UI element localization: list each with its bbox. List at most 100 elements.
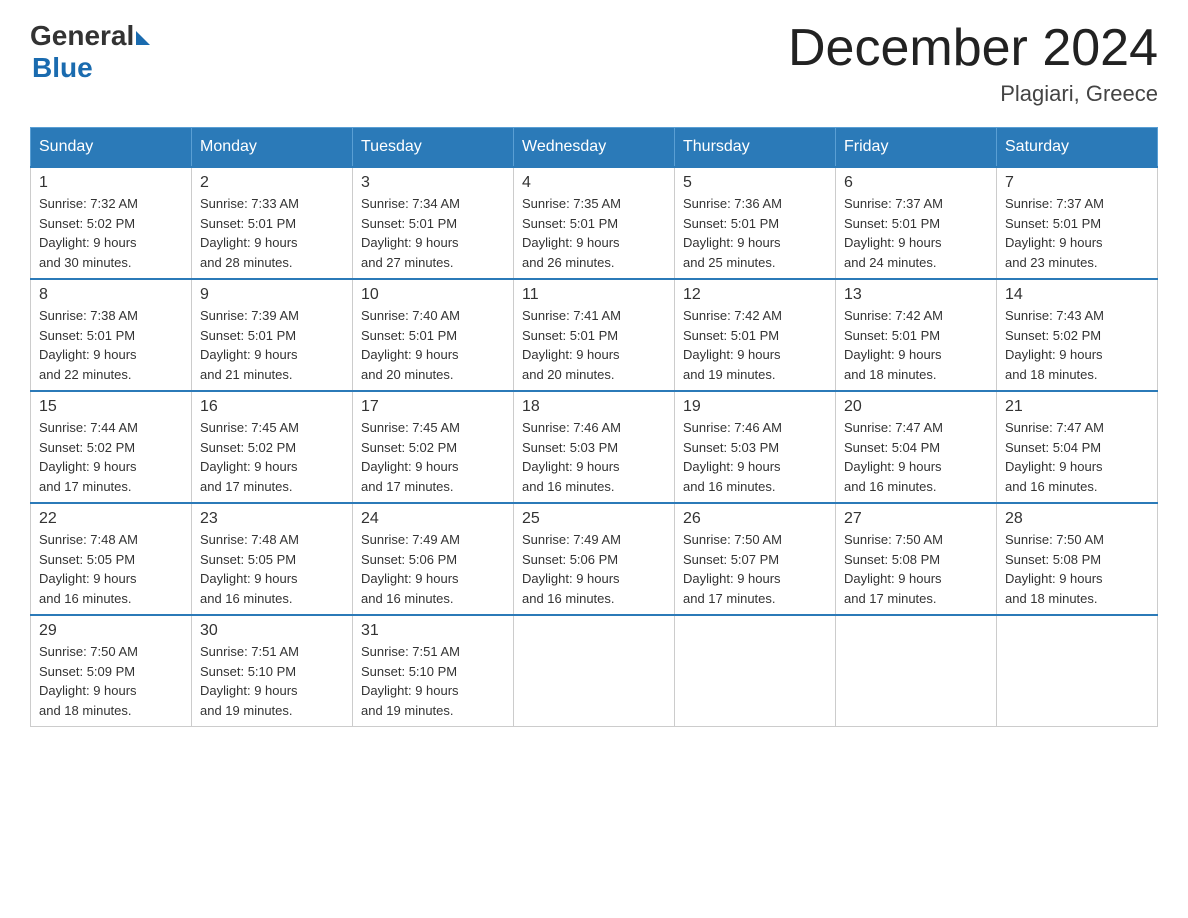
- table-row: 21 Sunrise: 7:47 AM Sunset: 5:04 PM Dayl…: [997, 391, 1158, 503]
- week-row-4: 22 Sunrise: 7:48 AM Sunset: 5:05 PM Dayl…: [31, 503, 1158, 615]
- logo-blue-part: [134, 27, 150, 45]
- table-row: [514, 615, 675, 727]
- day-info: Sunrise: 7:50 AM Sunset: 5:07 PM Dayligh…: [683, 530, 827, 608]
- table-row: 22 Sunrise: 7:48 AM Sunset: 5:05 PM Dayl…: [31, 503, 192, 615]
- day-number: 31: [361, 622, 505, 640]
- day-number: 3: [361, 174, 505, 192]
- table-row: [836, 615, 997, 727]
- location-subtitle: Plagiari, Greece: [788, 81, 1158, 107]
- table-row: 5 Sunrise: 7:36 AM Sunset: 5:01 PM Dayli…: [675, 167, 836, 279]
- day-number: 4: [522, 174, 666, 192]
- day-number: 19: [683, 398, 827, 416]
- table-row: 25 Sunrise: 7:49 AM Sunset: 5:06 PM Dayl…: [514, 503, 675, 615]
- table-row: 18 Sunrise: 7:46 AM Sunset: 5:03 PM Dayl…: [514, 391, 675, 503]
- day-number: 5: [683, 174, 827, 192]
- day-info: Sunrise: 7:45 AM Sunset: 5:02 PM Dayligh…: [200, 418, 344, 496]
- table-row: 2 Sunrise: 7:33 AM Sunset: 5:01 PM Dayli…: [192, 167, 353, 279]
- day-info: Sunrise: 7:37 AM Sunset: 5:01 PM Dayligh…: [1005, 194, 1149, 272]
- day-info: Sunrise: 7:32 AM Sunset: 5:02 PM Dayligh…: [39, 194, 183, 272]
- day-info: Sunrise: 7:37 AM Sunset: 5:01 PM Dayligh…: [844, 194, 988, 272]
- logo-general-text: General: [30, 20, 134, 52]
- day-number: 28: [1005, 510, 1149, 528]
- page-header: General Blue December 2024 Plagiari, Gre…: [30, 20, 1158, 107]
- day-info: Sunrise: 7:47 AM Sunset: 5:04 PM Dayligh…: [1005, 418, 1149, 496]
- day-number: 1: [39, 174, 183, 192]
- col-thursday: Thursday: [675, 128, 836, 168]
- table-row: 16 Sunrise: 7:45 AM Sunset: 5:02 PM Dayl…: [192, 391, 353, 503]
- day-info: Sunrise: 7:44 AM Sunset: 5:02 PM Dayligh…: [39, 418, 183, 496]
- day-number: 11: [522, 286, 666, 304]
- day-info: Sunrise: 7:50 AM Sunset: 5:08 PM Dayligh…: [844, 530, 988, 608]
- day-info: Sunrise: 7:47 AM Sunset: 5:04 PM Dayligh…: [844, 418, 988, 496]
- table-row: 28 Sunrise: 7:50 AM Sunset: 5:08 PM Dayl…: [997, 503, 1158, 615]
- day-info: Sunrise: 7:35 AM Sunset: 5:01 PM Dayligh…: [522, 194, 666, 272]
- table-row: 20 Sunrise: 7:47 AM Sunset: 5:04 PM Dayl…: [836, 391, 997, 503]
- day-number: 30: [200, 622, 344, 640]
- table-row: 6 Sunrise: 7:37 AM Sunset: 5:01 PM Dayli…: [836, 167, 997, 279]
- day-number: 26: [683, 510, 827, 528]
- day-info: Sunrise: 7:34 AM Sunset: 5:01 PM Dayligh…: [361, 194, 505, 272]
- day-info: Sunrise: 7:40 AM Sunset: 5:01 PM Dayligh…: [361, 306, 505, 384]
- day-number: 23: [200, 510, 344, 528]
- table-row: [675, 615, 836, 727]
- day-number: 9: [200, 286, 344, 304]
- table-row: 8 Sunrise: 7:38 AM Sunset: 5:01 PM Dayli…: [31, 279, 192, 391]
- table-row: [997, 615, 1158, 727]
- day-info: Sunrise: 7:50 AM Sunset: 5:08 PM Dayligh…: [1005, 530, 1149, 608]
- day-number: 27: [844, 510, 988, 528]
- table-row: 30 Sunrise: 7:51 AM Sunset: 5:10 PM Dayl…: [192, 615, 353, 727]
- col-monday: Monday: [192, 128, 353, 168]
- logo-arrow-icon: [136, 31, 150, 45]
- day-number: 20: [844, 398, 988, 416]
- day-number: 2: [200, 174, 344, 192]
- table-row: 12 Sunrise: 7:42 AM Sunset: 5:01 PM Dayl…: [675, 279, 836, 391]
- day-info: Sunrise: 7:48 AM Sunset: 5:05 PM Dayligh…: [39, 530, 183, 608]
- day-number: 21: [1005, 398, 1149, 416]
- day-number: 6: [844, 174, 988, 192]
- calendar-table: Sunday Monday Tuesday Wednesday Thursday…: [30, 127, 1158, 727]
- table-row: 14 Sunrise: 7:43 AM Sunset: 5:02 PM Dayl…: [997, 279, 1158, 391]
- col-tuesday: Tuesday: [353, 128, 514, 168]
- table-row: 9 Sunrise: 7:39 AM Sunset: 5:01 PM Dayli…: [192, 279, 353, 391]
- table-row: 19 Sunrise: 7:46 AM Sunset: 5:03 PM Dayl…: [675, 391, 836, 503]
- day-info: Sunrise: 7:36 AM Sunset: 5:01 PM Dayligh…: [683, 194, 827, 272]
- table-row: 26 Sunrise: 7:50 AM Sunset: 5:07 PM Dayl…: [675, 503, 836, 615]
- day-number: 24: [361, 510, 505, 528]
- day-info: Sunrise: 7:45 AM Sunset: 5:02 PM Dayligh…: [361, 418, 505, 496]
- table-row: 23 Sunrise: 7:48 AM Sunset: 5:05 PM Dayl…: [192, 503, 353, 615]
- day-info: Sunrise: 7:41 AM Sunset: 5:01 PM Dayligh…: [522, 306, 666, 384]
- day-number: 14: [1005, 286, 1149, 304]
- table-row: 4 Sunrise: 7:35 AM Sunset: 5:01 PM Dayli…: [514, 167, 675, 279]
- col-saturday: Saturday: [997, 128, 1158, 168]
- week-row-1: 1 Sunrise: 7:32 AM Sunset: 5:02 PM Dayli…: [31, 167, 1158, 279]
- day-number: 29: [39, 622, 183, 640]
- day-info: Sunrise: 7:49 AM Sunset: 5:06 PM Dayligh…: [361, 530, 505, 608]
- table-row: 1 Sunrise: 7:32 AM Sunset: 5:02 PM Dayli…: [31, 167, 192, 279]
- day-number: 22: [39, 510, 183, 528]
- day-number: 18: [522, 398, 666, 416]
- day-number: 7: [1005, 174, 1149, 192]
- table-row: 3 Sunrise: 7:34 AM Sunset: 5:01 PM Dayli…: [353, 167, 514, 279]
- week-row-2: 8 Sunrise: 7:38 AM Sunset: 5:01 PM Dayli…: [31, 279, 1158, 391]
- day-info: Sunrise: 7:49 AM Sunset: 5:06 PM Dayligh…: [522, 530, 666, 608]
- day-info: Sunrise: 7:51 AM Sunset: 5:10 PM Dayligh…: [200, 642, 344, 720]
- day-number: 15: [39, 398, 183, 416]
- day-info: Sunrise: 7:33 AM Sunset: 5:01 PM Dayligh…: [200, 194, 344, 272]
- table-row: 10 Sunrise: 7:40 AM Sunset: 5:01 PM Dayl…: [353, 279, 514, 391]
- table-row: 7 Sunrise: 7:37 AM Sunset: 5:01 PM Dayli…: [997, 167, 1158, 279]
- table-row: 13 Sunrise: 7:42 AM Sunset: 5:01 PM Dayl…: [836, 279, 997, 391]
- day-info: Sunrise: 7:42 AM Sunset: 5:01 PM Dayligh…: [683, 306, 827, 384]
- col-friday: Friday: [836, 128, 997, 168]
- table-row: 29 Sunrise: 7:50 AM Sunset: 5:09 PM Dayl…: [31, 615, 192, 727]
- table-row: 17 Sunrise: 7:45 AM Sunset: 5:02 PM Dayl…: [353, 391, 514, 503]
- day-info: Sunrise: 7:50 AM Sunset: 5:09 PM Dayligh…: [39, 642, 183, 720]
- day-info: Sunrise: 7:39 AM Sunset: 5:01 PM Dayligh…: [200, 306, 344, 384]
- title-section: December 2024 Plagiari, Greece: [788, 20, 1158, 107]
- day-info: Sunrise: 7:48 AM Sunset: 5:05 PM Dayligh…: [200, 530, 344, 608]
- table-row: 11 Sunrise: 7:41 AM Sunset: 5:01 PM Dayl…: [514, 279, 675, 391]
- day-number: 8: [39, 286, 183, 304]
- day-info: Sunrise: 7:46 AM Sunset: 5:03 PM Dayligh…: [683, 418, 827, 496]
- day-number: 12: [683, 286, 827, 304]
- week-row-5: 29 Sunrise: 7:50 AM Sunset: 5:09 PM Dayl…: [31, 615, 1158, 727]
- day-info: Sunrise: 7:38 AM Sunset: 5:01 PM Dayligh…: [39, 306, 183, 384]
